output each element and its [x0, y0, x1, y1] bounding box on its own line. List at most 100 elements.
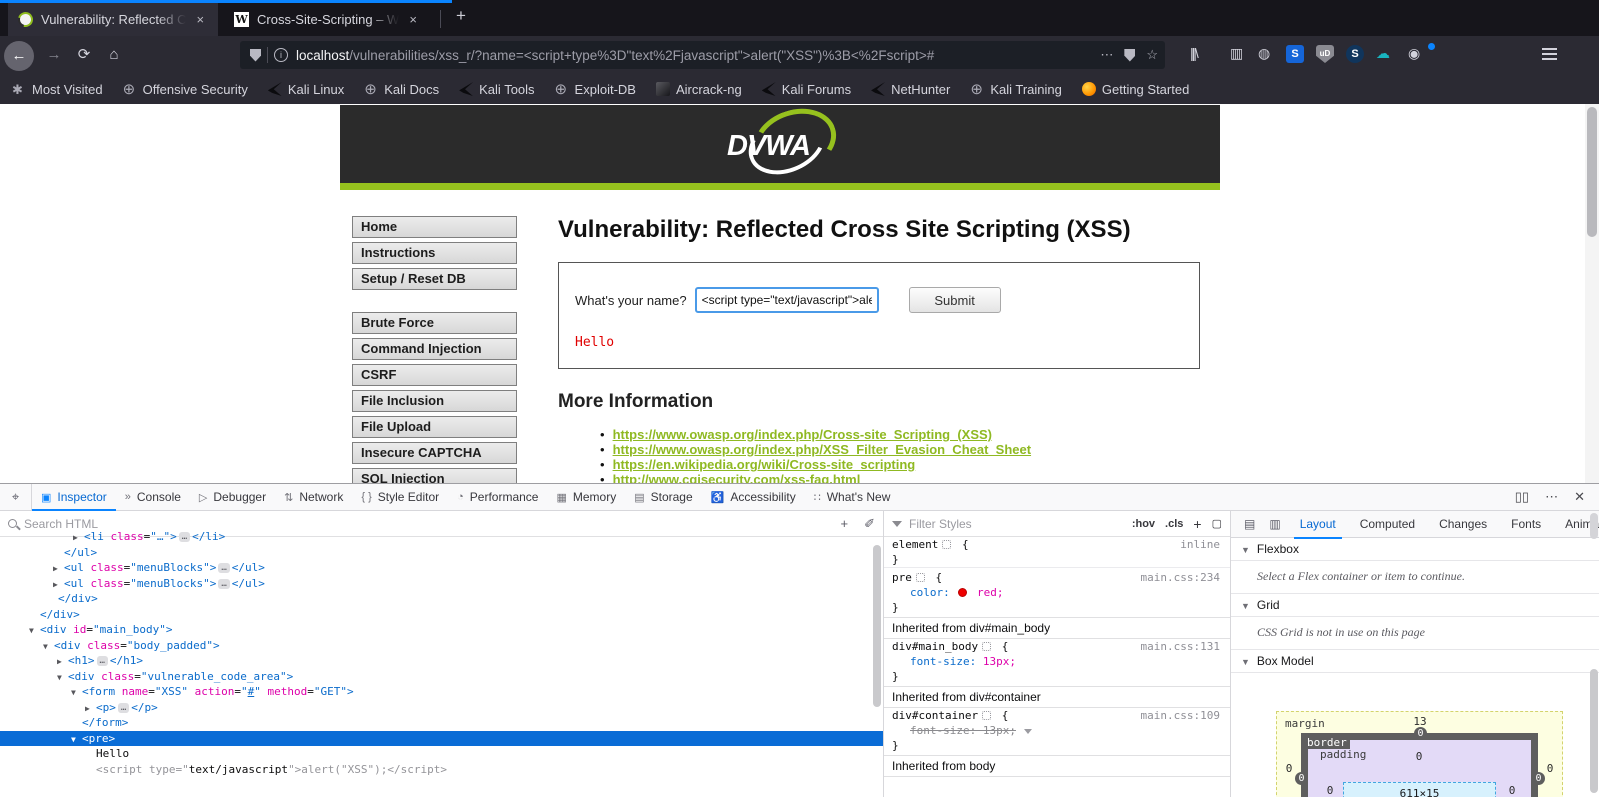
- library-icon[interactable]: |||\: [1190, 45, 1199, 61]
- sidebar-scrollbar-thumb[interactable]: [1590, 669, 1598, 793]
- element-picker-icon[interactable]: ⌖: [0, 484, 32, 510]
- code-row[interactable]: <script type="text/javascript">alert("XS…: [0, 762, 883, 778]
- code-row[interactable]: </div>: [0, 607, 883, 623]
- class-toggle[interactable]: .cls: [1165, 518, 1183, 530]
- code-row[interactable]: ▶ <ul class="menuBlocks">… </ul>: [0, 576, 883, 592]
- page-doc-icon[interactable]: ▤: [1244, 517, 1255, 531]
- code-row[interactable]: Hello: [0, 746, 883, 762]
- code-row[interactable]: ▶ <ul class="menuBlocks">… </ul>: [0, 560, 883, 576]
- code-row[interactable]: }: [884, 669, 1230, 684]
- sidebar-item[interactable]: File Upload: [352, 416, 517, 438]
- url-bar[interactable]: i localhost/vulnerabilities/xss_r/?name=…: [240, 41, 1165, 69]
- bookmark-item[interactable]: Kali Forums: [761, 82, 851, 97]
- tab-wikipedia[interactable]: W Cross-Site-Scripting – W ×: [224, 3, 434, 36]
- page-scrollbar[interactable]: [1585, 104, 1599, 483]
- sidebar-tab[interactable]: Changes: [1427, 511, 1499, 538]
- devtools-tab[interactable]: Debugger: [190, 484, 275, 510]
- bookmark-item[interactable]: Kali Training: [970, 82, 1062, 97]
- reload-button[interactable]: ⟳: [70, 41, 98, 69]
- devtools-meatball-menu-icon[interactable]: ⋯: [1545, 489, 1558, 505]
- sidebar-tab[interactable]: Layout: [1288, 511, 1348, 539]
- bookmark-item[interactable]: Getting Started: [1081, 82, 1189, 97]
- padding-right-value[interactable]: 0: [1504, 784, 1520, 797]
- pseudo-class-toggle[interactable]: :hov: [1132, 518, 1155, 530]
- filter-styles-input[interactable]: Filter Styles: [909, 517, 1122, 531]
- bookmark-item[interactable]: Kali Linux: [267, 82, 344, 97]
- code-row[interactable]: div#main_body {main.css:131: [884, 639, 1230, 654]
- more-info-link[interactable]: http://www.cgisecurity.com/xss-faq.html: [613, 472, 861, 483]
- code-row[interactable]: }: [884, 600, 1230, 615]
- devtools-tab[interactable]: Performance: [448, 484, 547, 510]
- code-row[interactable]: ▶ <h1>… </h1>: [0, 653, 883, 669]
- sidebar-item[interactable]: CSRF: [352, 364, 517, 386]
- padding-top-value[interactable]: 0: [1411, 750, 1427, 763]
- sidebar-item[interactable]: SQL Injection: [352, 468, 517, 483]
- sidebar-tab[interactable]: Computed: [1348, 511, 1427, 538]
- code-row[interactable]: color: red;: [884, 585, 1230, 600]
- code-row[interactable]: ▼ <div id="main_body">: [0, 622, 883, 638]
- code-row[interactable]: }: [884, 738, 1230, 753]
- devtools-tab[interactable]: Memory: [547, 484, 625, 510]
- inherited-section-header[interactable]: Inherited from div#container: [884, 686, 1230, 708]
- scrollbar-thumb[interactable]: [1587, 107, 1597, 237]
- devtools-tab[interactable]: Network: [275, 484, 352, 510]
- url-text[interactable]: localhost/vulnerabilities/xss_r/?name=<s…: [296, 48, 1093, 63]
- code-row[interactable]: ▶ <p>… </p>: [0, 700, 883, 716]
- submit-button[interactable]: Submit: [908, 287, 1001, 313]
- devtools-tab[interactable]: Accessibility: [702, 484, 805, 510]
- tab-close-icon[interactable]: ×: [409, 12, 417, 27]
- code-row[interactable]: ▼ <div class="body_padded">: [0, 638, 883, 654]
- padding-left-value[interactable]: 0: [1322, 784, 1338, 797]
- code-row[interactable]: pre {main.css:234: [884, 567, 1230, 585]
- flexbox-section-header[interactable]: ▼ Flexbox: [1231, 538, 1599, 561]
- add-rule-icon[interactable]: +: [1193, 516, 1201, 532]
- pocket-shield-icon[interactable]: [1124, 48, 1136, 62]
- tab-close-icon[interactable]: ×: [196, 12, 204, 27]
- devtools-close-icon[interactable]: ✕: [1574, 489, 1585, 505]
- code-row[interactable]: ▼ <div class="vulnerable_code_area">: [0, 669, 883, 685]
- border-top-badge[interactable]: 0: [1414, 727, 1427, 740]
- margin-left-value[interactable]: 0: [1281, 762, 1297, 775]
- sidebar-item[interactable]: Setup / Reset DB: [352, 268, 517, 290]
- devtools-tab[interactable]: Style Editor: [352, 484, 448, 510]
- more-info-link[interactable]: https://en.wikipedia.org/wiki/Cross-site…: [613, 457, 916, 472]
- more-info-link[interactable]: https://www.owasp.org/index.php/Cross-si…: [613, 427, 992, 442]
- responsive-design-icon[interactable]: ▯▯: [1515, 489, 1529, 505]
- grid-section-header[interactable]: ▼ Grid: [1231, 594, 1599, 617]
- border-left-badge[interactable]: 0: [1295, 772, 1308, 785]
- code-row[interactable]: </div>: [0, 591, 883, 607]
- site-info-icon[interactable]: i: [274, 48, 288, 62]
- margin-right-value[interactable]: 0: [1542, 762, 1558, 775]
- devtools-tab[interactable]: Console: [116, 484, 190, 510]
- extension-s-blue-icon[interactable]: S: [1286, 45, 1304, 63]
- bookmark-star-icon[interactable]: ☆: [1146, 47, 1158, 63]
- code-row[interactable]: element {inline: [884, 537, 1230, 552]
- code-row[interactable]: div#container {main.css:109: [884, 708, 1230, 723]
- forward-button[interactable]: →: [40, 41, 68, 69]
- inherited-section-header[interactable]: Inherited from div#main_body: [884, 617, 1230, 639]
- inherited-section-header[interactable]: Inherited from body: [884, 755, 1230, 777]
- bookmark-item[interactable]: Kali Docs: [364, 82, 439, 97]
- code-row[interactable]: ▼ <form name="XSS" action="#" method="GET…: [0, 684, 883, 700]
- sidebar-toggle-icon[interactable]: ▥: [1269, 517, 1280, 531]
- devtools-tab[interactable]: Inspector: [32, 484, 116, 511]
- sidebar-scrollbar-top[interactable]: [1590, 513, 1598, 539]
- menu-hamburger-icon[interactable]: [1542, 48, 1557, 60]
- border-right-badge[interactable]: 0: [1532, 772, 1545, 785]
- boxmodel-section-header[interactable]: ▼ Box Model: [1231, 650, 1599, 673]
- devtools-tab[interactable]: What's New: [805, 484, 900, 510]
- markup-pane-scrollbar[interactable]: [873, 545, 881, 707]
- bookmark-item[interactable]: Most Visited: [12, 82, 103, 97]
- sidebar-item[interactable]: Instructions: [352, 242, 517, 264]
- code-row[interactable]: }: [884, 552, 1230, 567]
- tab-dvwa[interactable]: Vulnerability: Reflected C ×: [8, 3, 218, 36]
- sidebar-item[interactable]: Command Injection: [352, 338, 517, 360]
- bookmark-item[interactable]: Aircrack-ng: [655, 82, 742, 97]
- tracking-protection-shield-icon[interactable]: [250, 48, 261, 62]
- name-input[interactable]: [694, 287, 879, 313]
- home-button[interactable]: ⌂: [100, 41, 128, 69]
- sidebar-item[interactable]: File Inclusion: [352, 390, 517, 412]
- bookmark-item[interactable]: Kali Tools: [459, 82, 535, 97]
- code-row[interactable]: font-size: 13px;: [884, 654, 1230, 669]
- code-row[interactable]: ▶ <li class="…">… </li>: [0, 529, 883, 545]
